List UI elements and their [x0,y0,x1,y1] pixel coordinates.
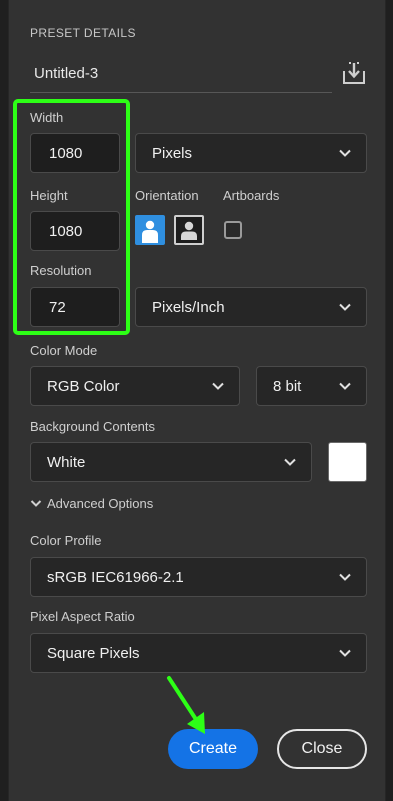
chevron-down-icon [339,303,351,311]
chevron-down-icon [339,573,351,581]
color-mode-select[interactable]: RGB Color [30,366,240,406]
chevron-down-icon [339,149,351,157]
chevron-down-icon [30,500,42,507]
landscape-person-icon [181,221,197,240]
background-color-swatch[interactable] [328,442,367,482]
preset-details-title: PRESET DETAILS [30,26,136,40]
save-preset-icon[interactable] [341,60,367,86]
color-mode-value: RGB Color [47,377,120,395]
chevron-down-icon [339,382,351,390]
chevron-down-icon [284,458,296,466]
background-contents-label: Background Contents [30,419,156,434]
orientation-portrait-button[interactable] [135,215,165,245]
chevron-down-icon [339,649,351,657]
color-profile-value: sRGB IEC61966-2.1 [47,568,184,586]
artboards-label: Artboards [223,188,280,203]
chevron-down-icon [212,382,224,390]
advanced-options-label: Advanced Options [47,496,154,511]
portrait-person-icon [137,217,163,243]
resolution-unit-value: Pixels/Inch [152,298,225,316]
pixel-aspect-ratio-label: Pixel Aspect Ratio [30,609,135,624]
color-profile-select[interactable]: sRGB IEC61966-2.1 [30,557,367,597]
artboards-checkbox[interactable] [224,221,242,239]
document-name-field[interactable]: Untitled-3 [34,65,98,82]
resolution-unit-select[interactable]: Pixels/Inch [135,287,367,327]
pixel-aspect-ratio-value: Square Pixels [47,644,140,662]
width-unit-select[interactable]: Pixels [135,133,367,173]
orientation-landscape-button[interactable] [174,215,204,245]
bit-depth-value: 8 bit [273,377,302,395]
color-mode-label: Color Mode [30,343,98,358]
advanced-options-toggle[interactable]: Advanced Options [30,496,153,511]
background-contents-select[interactable]: White [30,442,312,482]
document-name-underline [30,92,332,93]
bit-depth-select[interactable]: 8 bit [256,366,367,406]
color-profile-label: Color Profile [30,533,102,548]
new-document-preset-panel: PRESET DETAILS Untitled-3 Width 1080 Pix… [8,0,386,801]
arrow-annotation-icon [167,676,205,734]
pixel-aspect-ratio-select[interactable]: Square Pixels [30,633,367,673]
orientation-label: Orientation [135,188,199,203]
background-contents-value: White [47,453,86,471]
close-button[interactable]: Close [277,729,367,769]
highlight-annotation-box [13,99,130,335]
width-unit-value: Pixels [152,144,193,162]
